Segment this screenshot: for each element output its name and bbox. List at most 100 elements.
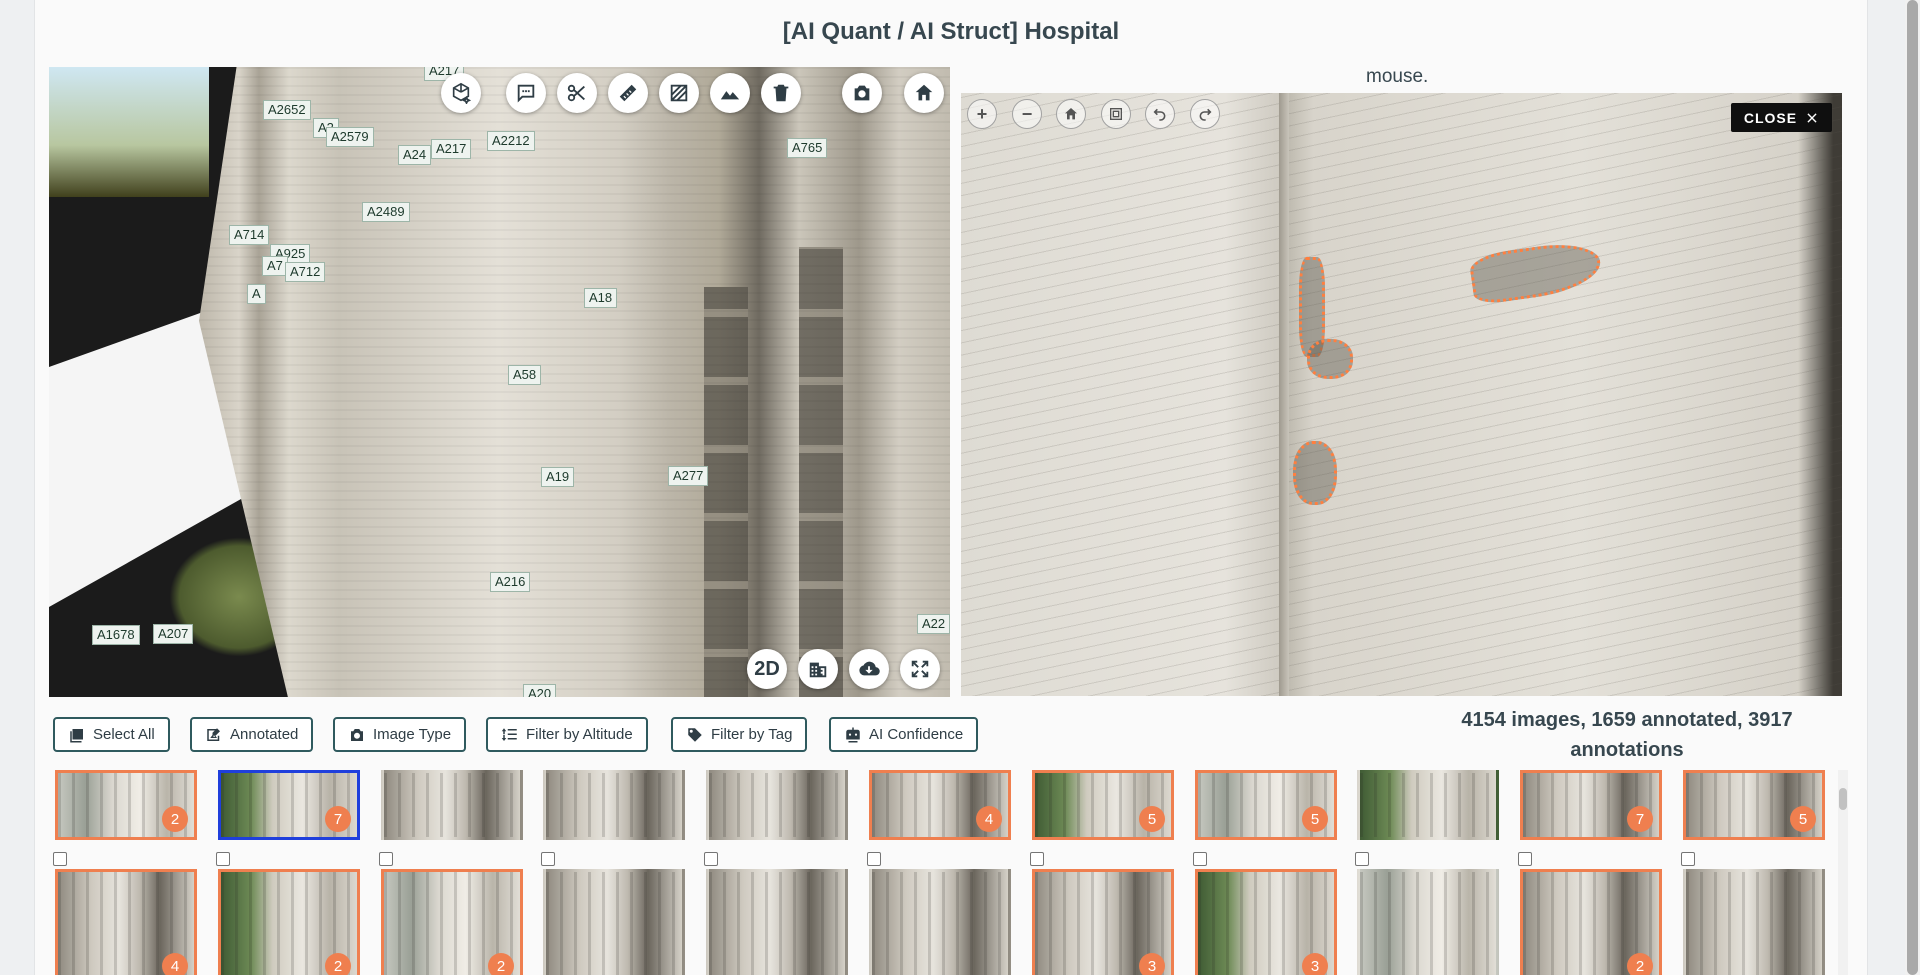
annotation-label[interactable]: A217 [431, 139, 472, 159]
annotation-label[interactable]: A19 [541, 467, 575, 487]
area-hatch-icon [670, 84, 688, 102]
mode-2d-button[interactable]: 2D [747, 649, 787, 689]
annotation-label[interactable]: A765 [787, 138, 828, 158]
select-all-button[interactable]: Select All [53, 717, 170, 752]
annotation-label[interactable]: A20 [523, 684, 557, 697]
thumbnail-checkbox[interactable] [53, 852, 67, 866]
annotation-label[interactable]: A22 [917, 614, 950, 634]
ruler-icon [619, 84, 637, 102]
thumbnail-image[interactable] [1357, 770, 1499, 840]
thumbnail-image[interactable] [706, 770, 848, 840]
thumbnail-image[interactable]: 7 [218, 770, 360, 840]
building-corner [1279, 93, 1289, 696]
annotation-label[interactable]: A24 [398, 145, 432, 165]
thumbnail-image[interactable]: 2 [381, 869, 523, 975]
thumbnail-image[interactable]: 3 [1195, 869, 1337, 975]
thumbnail-image[interactable]: 2 [55, 770, 197, 840]
terrain-button[interactable] [710, 73, 750, 113]
thumbnail-checkbox[interactable] [1193, 852, 1207, 866]
thumbnail-checkbox[interactable] [704, 852, 718, 866]
viewer-3d[interactable]: A217 A2652 A2 A2579 A24 A217 A2212 A765 … [49, 67, 950, 697]
download-button[interactable] [849, 649, 889, 689]
thumbnail-image[interactable]: 4 [55, 869, 197, 975]
thumbnail-checkbox[interactable] [867, 852, 881, 866]
building-view-button[interactable] [798, 649, 838, 689]
thumbnail-checkbox[interactable] [1681, 852, 1695, 866]
home-view-button[interactable] [904, 73, 944, 113]
delete-button[interactable] [761, 73, 801, 113]
zoom-out-button[interactable]: − [1012, 99, 1042, 129]
building-model[interactable] [199, 67, 950, 697]
thumbnail-checkbox[interactable] [1355, 852, 1369, 866]
close-viewer-button[interactable]: CLOSE [1731, 103, 1832, 132]
thumbnail-image[interactable] [1357, 869, 1499, 975]
thumbnail-image[interactable] [706, 869, 848, 975]
ai-confidence-label: AI Confidence [869, 726, 964, 743]
thumbnail-image[interactable]: 2 [1520, 869, 1662, 975]
filter-altitude-label: Filter by Altitude [526, 726, 633, 743]
annotation-label[interactable]: A [247, 284, 266, 304]
fullscreen-button[interactable] [900, 649, 940, 689]
thumbnail-checkbox[interactable] [379, 852, 393, 866]
annotation-label[interactable]: A277 [668, 466, 709, 486]
annotation-label[interactable]: A2652 [263, 100, 311, 120]
thumbnail-checkbox[interactable] [541, 852, 555, 866]
annotation-label[interactable]: A714 [229, 225, 270, 245]
filter-tag-button[interactable]: Filter by Tag [671, 717, 808, 752]
rotate-left-button[interactable] [1145, 99, 1175, 129]
annotation-label[interactable]: A1678 [92, 625, 140, 645]
viewer-2d-image[interactable] [961, 93, 1842, 696]
thumbnail-image[interactable]: 5 [1032, 770, 1174, 840]
measure-button[interactable] [608, 73, 648, 113]
thumbnail-image[interactable]: 4 [869, 770, 1011, 840]
thumbnail-image[interactable] [869, 869, 1011, 975]
thumbnail-image[interactable]: 7 [1520, 770, 1662, 840]
annotation-count-badge: 7 [1627, 806, 1653, 832]
model-3d-button[interactable] [441, 73, 481, 113]
thumbnail-image[interactable] [1683, 869, 1825, 975]
area-button[interactable] [659, 73, 699, 113]
annotation-label[interactable]: A207 [153, 624, 194, 644]
screenshot-button[interactable] [842, 73, 882, 113]
ai-confidence-button[interactable]: AI Confidence [829, 717, 979, 752]
annotation-count-badge: 2 [1627, 953, 1653, 975]
annotation-label[interactable]: A18 [584, 288, 618, 308]
cut-button[interactable] [557, 73, 597, 113]
thumbnail-checkbox[interactable] [216, 852, 230, 866]
zoom-in-button[interactable]: + [967, 99, 997, 129]
annotation-label[interactable]: A216 [490, 572, 531, 592]
rotate-right-button[interactable] [1190, 99, 1220, 129]
annotation-label[interactable]: A58 [508, 365, 542, 385]
comment-button[interactable] [506, 73, 546, 113]
thumbnail-checkbox[interactable] [1030, 852, 1044, 866]
annotation-count-badge: 3 [1302, 953, 1328, 975]
thumbnail-image[interactable] [381, 770, 523, 840]
thumbnail-scrollbar[interactable] [1838, 770, 1848, 975]
thumbnail-image[interactable]: 3 [1032, 869, 1174, 975]
robot-icon [846, 727, 860, 742]
annotated-filter-button[interactable]: Annotated [190, 717, 314, 752]
annotation-label[interactable]: A2212 [487, 131, 535, 151]
fit-screen-button[interactable] [1101, 99, 1131, 129]
wall-texture [961, 93, 1842, 696]
thumbnail-image[interactable]: 5 [1195, 770, 1337, 840]
tag-icon [688, 727, 702, 742]
thumbnail-image[interactable]: 5 [1683, 770, 1825, 840]
filter-altitude-button[interactable]: Filter by Altitude [486, 717, 648, 752]
annotation-label[interactable]: A2489 [362, 202, 410, 222]
page-scroll-thumb[interactable] [1907, 0, 1918, 975]
annotation-label[interactable]: A2579 [326, 127, 374, 147]
page-scrollbar[interactable] [1905, 0, 1920, 975]
thumbnail-scroll-thumb[interactable] [1839, 788, 1847, 810]
image-type-button[interactable]: Image Type [333, 717, 467, 752]
annotation-label[interactable]: A712 [285, 262, 326, 282]
thumbnail-checkbox[interactable] [1518, 852, 1532, 866]
reset-view-button[interactable] [1056, 99, 1086, 129]
thumbnail-image[interactable] [543, 770, 685, 840]
camera-icon [351, 728, 363, 741]
defect-polygon[interactable] [1293, 441, 1337, 505]
defect-polygon[interactable] [1307, 339, 1353, 379]
thumbnail-image[interactable] [543, 869, 685, 975]
window-column [799, 247, 843, 697]
thumbnail-image[interactable]: 2 [218, 869, 360, 975]
